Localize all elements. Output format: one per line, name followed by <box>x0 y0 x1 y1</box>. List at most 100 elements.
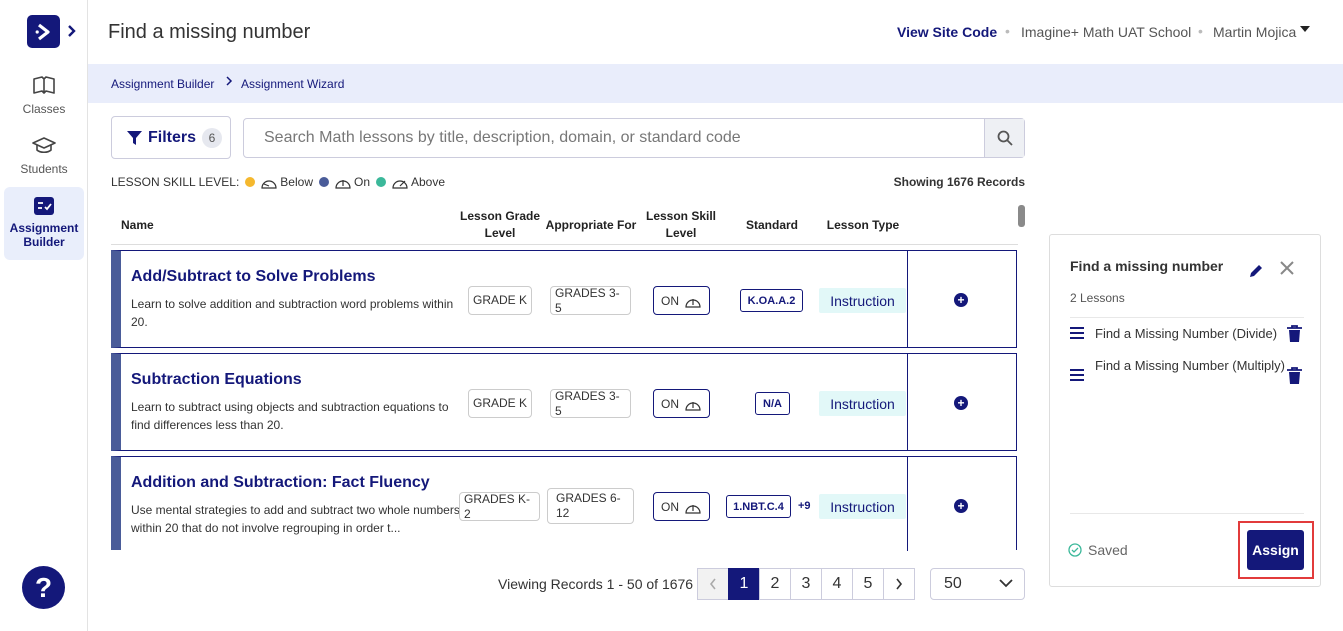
add-lesson-button[interactable]: + <box>954 293 968 307</box>
next-page-button[interactable] <box>883 568 915 600</box>
column-header-skill-level[interactable]: Lesson Skill Level <box>643 208 719 242</box>
page-button[interactable]: 2 <box>759 568 791 600</box>
saved-label: Saved <box>1088 542 1128 558</box>
divider <box>1070 513 1304 514</box>
sidebar-item-classes[interactable]: Classes <box>4 76 84 120</box>
sidebar: Classes Students Assignment Builder ? <box>0 0 88 631</box>
page-button[interactable]: 1 <box>728 568 760 600</box>
per-page-value: 50 <box>944 575 962 592</box>
standard-badge[interactable]: N/A <box>755 392 790 415</box>
view-site-code-link[interactable]: View Site Code <box>897 24 997 40</box>
lesson-name: Find a Missing Number (Multiply) <box>1095 358 1285 373</box>
column-header-appropriate-for[interactable]: Appropriate For <box>545 217 637 234</box>
legend-above: Above <box>411 175 446 189</box>
sidebar-item-label: Assignment Builder <box>9 221 79 249</box>
page-button[interactable]: 3 <box>790 568 822 600</box>
app-logo-icon[interactable] <box>27 15 60 48</box>
chevron-right-icon <box>895 577 903 591</box>
gauge-on-icon <box>684 500 702 514</box>
add-lesson-button[interactable]: + <box>954 499 968 513</box>
lesson-type-badge: Instruction <box>819 391 906 416</box>
table-row[interactable]: Addition and Subtraction: Fact Fluency U… <box>111 456 1017 551</box>
table-scrollbar[interactable] <box>1018 205 1025 227</box>
graduation-cap-icon <box>4 136 84 159</box>
page-title: Find a missing number <box>108 21 311 43</box>
drag-handle-icon[interactable] <box>1070 368 1084 385</box>
list-item[interactable]: Find a Missing Number (Multiply) <box>1070 356 1310 398</box>
column-header-lesson-type[interactable]: Lesson Type <box>818 217 908 234</box>
separator-dot: • <box>1198 23 1203 39</box>
prev-page-button[interactable] <box>697 568 729 600</box>
sidebar-item-label: Students <box>20 162 68 176</box>
above-dot-icon <box>376 177 386 187</box>
divider <box>1070 317 1304 318</box>
more-standards-count[interactable]: +9 <box>798 500 811 512</box>
filters-button[interactable]: Filters 6 <box>111 116 231 159</box>
page-button[interactable]: 5 <box>852 568 884 600</box>
row-divider <box>907 354 908 450</box>
saved-status: Saved <box>1068 542 1128 558</box>
skill-level-badge: ON <box>653 492 710 521</box>
plus-icon: + <box>957 396 965 410</box>
lesson-title[interactable]: Addition and Subtraction: Fact Fluency <box>131 474 430 492</box>
drag-handle-icon[interactable] <box>1070 326 1084 343</box>
lesson-description: Learn to subtract using objects and subt… <box>131 400 449 432</box>
row-divider <box>907 457 908 551</box>
skill-level-legend: LESSON SKILL LEVEL: Below On Above <box>111 175 445 189</box>
help-button[interactable]: ? <box>22 566 65 609</box>
breadcrumb-assignment-builder[interactable]: Assignment Builder <box>111 77 214 91</box>
appropriate-for-badge: GRADES 3-5 <box>550 389 631 418</box>
assignment-title: Find a missing number <box>1070 258 1224 274</box>
sidebar-item-assignment-builder[interactable]: Assignment Builder <box>4 187 84 260</box>
trash-icon[interactable] <box>1287 325 1302 345</box>
appropriate-for-badge: GRADES 3-5 <box>550 286 631 315</box>
grade-level-badge: GRADE K <box>468 389 532 418</box>
search-icon <box>997 130 1013 146</box>
grade-level-badge: GRADES K-2 <box>459 492 540 521</box>
appropriate-for-badge: GRADES 6-12 <box>547 488 634 524</box>
caret-down-icon[interactable] <box>1299 22 1311 36</box>
search-input[interactable] <box>244 119 984 157</box>
legend-below: Below <box>280 175 313 189</box>
edit-pencil-icon[interactable] <box>1248 263 1264 284</box>
standard-badge[interactable]: 1.NBT.C.4 <box>726 495 791 518</box>
column-header-grade-level[interactable]: Lesson Grade Level <box>458 208 542 242</box>
grade-level-badge: GRADE K <box>468 286 532 315</box>
column-header-standard[interactable]: Standard <box>735 217 809 234</box>
lesson-count: 2 Lessons <box>1070 291 1125 305</box>
chevron-left-icon <box>709 577 717 591</box>
close-icon[interactable] <box>1280 261 1294 280</box>
column-header-name[interactable]: Name <box>121 217 154 234</box>
add-lesson-button[interactable]: + <box>954 396 968 410</box>
gauge-on-icon <box>684 294 702 308</box>
page-button[interactable]: 4 <box>821 568 853 600</box>
plus-icon: + <box>957 499 965 513</box>
lesson-type-badge: Instruction <box>819 494 906 519</box>
lesson-title[interactable]: Add/Subtract to Solve Problems <box>131 268 375 286</box>
table-row[interactable]: Add/Subtract to Solve Problems Learn to … <box>111 250 1017 348</box>
table-header-divider <box>111 244 1018 245</box>
standard-badge[interactable]: K.OA.A.2 <box>740 289 803 312</box>
lesson-description: Use mental strategies to add and subtrac… <box>131 503 460 535</box>
checklist-icon <box>4 197 84 218</box>
list-item[interactable]: Find a Missing Number (Divide) <box>1070 324 1310 346</box>
per-page-select[interactable]: 50 <box>930 568 1025 600</box>
lesson-name: Find a Missing Number (Divide) <box>1095 326 1278 341</box>
skill-level-text: ON <box>661 499 679 514</box>
skill-level-badge: ON <box>653 389 710 418</box>
assign-button[interactable]: Assign <box>1247 530 1304 570</box>
legend-on: On <box>353 175 370 189</box>
table-row[interactable]: Subtraction Equations Learn to subtract … <box>111 353 1017 451</box>
gauge-on-icon <box>684 397 702 411</box>
school-name: Imagine+ Math UAT School <box>1021 24 1192 40</box>
skill-level-badge: ON <box>653 286 710 315</box>
search-button[interactable] <box>984 119 1024 157</box>
skill-level-text: ON <box>661 396 679 411</box>
trash-icon[interactable] <box>1287 367 1302 387</box>
user-menu[interactable]: Martin Mojica <box>1213 24 1296 40</box>
expand-sidebar-icon[interactable] <box>67 22 77 43</box>
gauge-on-icon <box>334 175 352 189</box>
plus-icon: + <box>957 293 965 307</box>
lesson-title[interactable]: Subtraction Equations <box>131 371 302 389</box>
sidebar-item-students[interactable]: Students <box>4 136 84 180</box>
